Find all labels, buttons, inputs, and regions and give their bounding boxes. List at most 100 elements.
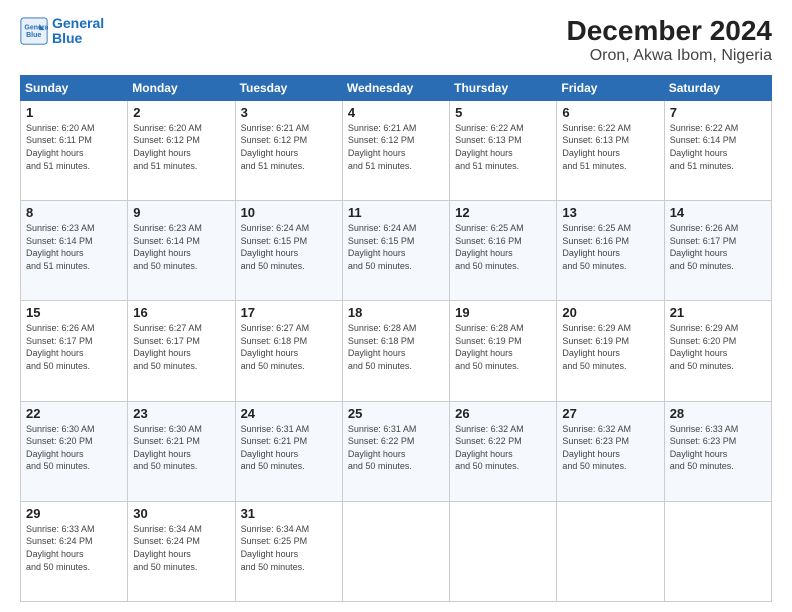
day-info: Sunrise: 6:31 AM Sunset: 6:22 PM Dayligh…: [348, 423, 444, 473]
day-info: Sunrise: 6:21 AM Sunset: 6:12 PM Dayligh…: [348, 122, 444, 172]
logo-text: General Blue: [52, 16, 104, 47]
calendar-table: Sunday Monday Tuesday Wednesday Thursday…: [20, 75, 772, 602]
day-number: 21: [670, 305, 766, 320]
day-info: Sunrise: 6:31 AM Sunset: 6:21 PM Dayligh…: [241, 423, 337, 473]
day-info: Sunrise: 6:32 AM Sunset: 6:22 PM Dayligh…: [455, 423, 551, 473]
calendar-cell: 29 Sunrise: 6:33 AM Sunset: 6:24 PM Dayl…: [21, 501, 128, 601]
calendar-cell: 24 Sunrise: 6:31 AM Sunset: 6:21 PM Dayl…: [235, 401, 342, 501]
col-wednesday: Wednesday: [342, 75, 449, 100]
svg-text:Blue: Blue: [26, 33, 41, 40]
day-number: 31: [241, 506, 337, 521]
day-number: 11: [348, 205, 444, 220]
calendar-cell: 15 Sunrise: 6:26 AM Sunset: 6:17 PM Dayl…: [21, 301, 128, 401]
day-number: 12: [455, 205, 551, 220]
day-info: Sunrise: 6:25 AM Sunset: 6:16 PM Dayligh…: [562, 222, 658, 272]
day-number: 7: [670, 105, 766, 120]
calendar-cell: 21 Sunrise: 6:29 AM Sunset: 6:20 PM Dayl…: [664, 301, 771, 401]
calendar-cell: 4 Sunrise: 6:21 AM Sunset: 6:12 PM Dayli…: [342, 100, 449, 200]
calendar-cell: 31 Sunrise: 6:34 AM Sunset: 6:25 PM Dayl…: [235, 501, 342, 601]
calendar-cell: 19 Sunrise: 6:28 AM Sunset: 6:19 PM Dayl…: [450, 301, 557, 401]
day-number: 4: [348, 105, 444, 120]
day-number: 9: [133, 205, 229, 220]
calendar-cell: 30 Sunrise: 6:34 AM Sunset: 6:24 PM Dayl…: [128, 501, 235, 601]
calendar-cell: 2 Sunrise: 6:20 AM Sunset: 6:12 PM Dayli…: [128, 100, 235, 200]
day-info: Sunrise: 6:24 AM Sunset: 6:15 PM Dayligh…: [241, 222, 337, 272]
day-number: 2: [133, 105, 229, 120]
logo: General Blue General Blue: [20, 16, 104, 47]
calendar-cell: [664, 501, 771, 601]
calendar-cell: 22 Sunrise: 6:30 AM Sunset: 6:20 PM Dayl…: [21, 401, 128, 501]
day-number: 10: [241, 205, 337, 220]
calendar-cell: 18 Sunrise: 6:28 AM Sunset: 6:18 PM Dayl…: [342, 301, 449, 401]
day-number: 5: [455, 105, 551, 120]
day-info: Sunrise: 6:28 AM Sunset: 6:19 PM Dayligh…: [455, 322, 551, 372]
day-number: 15: [26, 305, 122, 320]
logo-icon: General Blue: [20, 17, 48, 45]
page: General Blue General Blue December 2024 …: [0, 0, 792, 612]
day-info: Sunrise: 6:20 AM Sunset: 6:11 PM Dayligh…: [26, 122, 122, 172]
calendar-cell: 8 Sunrise: 6:23 AM Sunset: 6:14 PM Dayli…: [21, 201, 128, 301]
day-info: Sunrise: 6:28 AM Sunset: 6:18 PM Dayligh…: [348, 322, 444, 372]
calendar-cell: 27 Sunrise: 6:32 AM Sunset: 6:23 PM Dayl…: [557, 401, 664, 501]
day-number: 23: [133, 406, 229, 421]
calendar-cell: 3 Sunrise: 6:21 AM Sunset: 6:12 PM Dayli…: [235, 100, 342, 200]
svg-text:General: General: [24, 25, 48, 32]
title-block: December 2024 Oron, Akwa Ibom, Nigeria: [567, 16, 772, 65]
header: General Blue General Blue December 2024 …: [20, 16, 772, 65]
calendar-cell: 16 Sunrise: 6:27 AM Sunset: 6:17 PM Dayl…: [128, 301, 235, 401]
day-number: 28: [670, 406, 766, 421]
calendar-cell: 6 Sunrise: 6:22 AM Sunset: 6:13 PM Dayli…: [557, 100, 664, 200]
calendar-header-row: Sunday Monday Tuesday Wednesday Thursday…: [21, 75, 772, 100]
calendar-cell: 7 Sunrise: 6:22 AM Sunset: 6:14 PM Dayli…: [664, 100, 771, 200]
col-monday: Monday: [128, 75, 235, 100]
day-info: Sunrise: 6:26 AM Sunset: 6:17 PM Dayligh…: [26, 322, 122, 372]
calendar-cell: 9 Sunrise: 6:23 AM Sunset: 6:14 PM Dayli…: [128, 201, 235, 301]
day-number: 20: [562, 305, 658, 320]
day-info: Sunrise: 6:21 AM Sunset: 6:12 PM Dayligh…: [241, 122, 337, 172]
day-info: Sunrise: 6:27 AM Sunset: 6:17 PM Dayligh…: [133, 322, 229, 372]
day-info: Sunrise: 6:34 AM Sunset: 6:24 PM Dayligh…: [133, 523, 229, 573]
day-number: 17: [241, 305, 337, 320]
day-number: 26: [455, 406, 551, 421]
day-info: Sunrise: 6:30 AM Sunset: 6:21 PM Dayligh…: [133, 423, 229, 473]
calendar-cell: [342, 501, 449, 601]
logo-line2: Blue: [52, 30, 82, 46]
calendar-cell: 12 Sunrise: 6:25 AM Sunset: 6:16 PM Dayl…: [450, 201, 557, 301]
day-info: Sunrise: 6:30 AM Sunset: 6:20 PM Dayligh…: [26, 423, 122, 473]
day-number: 29: [26, 506, 122, 521]
calendar-cell: 11 Sunrise: 6:24 AM Sunset: 6:15 PM Dayl…: [342, 201, 449, 301]
day-info: Sunrise: 6:33 AM Sunset: 6:24 PM Dayligh…: [26, 523, 122, 573]
day-info: Sunrise: 6:22 AM Sunset: 6:13 PM Dayligh…: [455, 122, 551, 172]
calendar-cell: 17 Sunrise: 6:27 AM Sunset: 6:18 PM Dayl…: [235, 301, 342, 401]
calendar-cell: [557, 501, 664, 601]
calendar-cell: 28 Sunrise: 6:33 AM Sunset: 6:23 PM Dayl…: [664, 401, 771, 501]
day-info: Sunrise: 6:22 AM Sunset: 6:14 PM Dayligh…: [670, 122, 766, 172]
col-thursday: Thursday: [450, 75, 557, 100]
day-number: 30: [133, 506, 229, 521]
calendar-cell: 26 Sunrise: 6:32 AM Sunset: 6:22 PM Dayl…: [450, 401, 557, 501]
day-number: 1: [26, 105, 122, 120]
day-info: Sunrise: 6:25 AM Sunset: 6:16 PM Dayligh…: [455, 222, 551, 272]
day-info: Sunrise: 6:34 AM Sunset: 6:25 PM Dayligh…: [241, 523, 337, 573]
day-number: 19: [455, 305, 551, 320]
day-info: Sunrise: 6:23 AM Sunset: 6:14 PM Dayligh…: [26, 222, 122, 272]
calendar-cell: [450, 501, 557, 601]
day-info: Sunrise: 6:29 AM Sunset: 6:19 PM Dayligh…: [562, 322, 658, 372]
day-info: Sunrise: 6:27 AM Sunset: 6:18 PM Dayligh…: [241, 322, 337, 372]
day-number: 25: [348, 406, 444, 421]
day-number: 24: [241, 406, 337, 421]
calendar-cell: 10 Sunrise: 6:24 AM Sunset: 6:15 PM Dayl…: [235, 201, 342, 301]
logo-line1: General: [52, 15, 104, 31]
day-number: 6: [562, 105, 658, 120]
day-number: 8: [26, 205, 122, 220]
col-tuesday: Tuesday: [235, 75, 342, 100]
col-saturday: Saturday: [664, 75, 771, 100]
calendar-cell: 13 Sunrise: 6:25 AM Sunset: 6:16 PM Dayl…: [557, 201, 664, 301]
day-info: Sunrise: 6:23 AM Sunset: 6:14 PM Dayligh…: [133, 222, 229, 272]
day-number: 13: [562, 205, 658, 220]
calendar-title: December 2024: [567, 16, 772, 47]
day-number: 3: [241, 105, 337, 120]
calendar-cell: 14 Sunrise: 6:26 AM Sunset: 6:17 PM Dayl…: [664, 201, 771, 301]
day-number: 18: [348, 305, 444, 320]
calendar-cell: 23 Sunrise: 6:30 AM Sunset: 6:21 PM Dayl…: [128, 401, 235, 501]
